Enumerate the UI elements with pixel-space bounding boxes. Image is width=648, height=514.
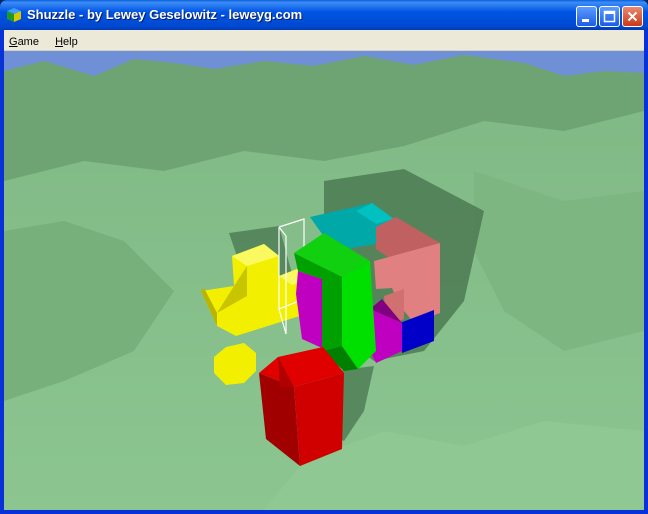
menu-game[interactable]: Game: [4, 34, 45, 48]
close-icon: [627, 11, 638, 22]
maximize-button[interactable]: [599, 6, 620, 27]
menu-help-rest: elp: [63, 36, 78, 48]
scene-canvas[interactable]: [4, 51, 644, 510]
window-title: Shuzzle - by Lewey Geselowitz - leweyg.c…: [27, 7, 303, 22]
window-border-bottom: [0, 510, 648, 514]
app-window: Shuzzle - by Lewey Geselowitz - leweyg.c…: [0, 0, 648, 514]
menu-help-mnemonic: H: [55, 36, 64, 48]
minimize-icon: [582, 19, 589, 22]
title-bar[interactable]: Shuzzle - by Lewey Geselowitz - leweyg.c…: [0, 0, 648, 30]
menu-game-rest: ame: [17, 36, 39, 48]
game-3d-viewport[interactable]: [4, 51, 644, 510]
menu-help[interactable]: Help: [50, 34, 84, 48]
shuzzle-cube-icon: [7, 8, 21, 22]
menu-bar: Game Help: [4, 30, 644, 51]
menu-game-mnemonic: G: [9, 36, 18, 48]
close-button[interactable]: [622, 6, 643, 27]
minimize-button[interactable]: [576, 6, 597, 27]
window-border-right: [644, 30, 648, 514]
maximize-icon: [603, 10, 616, 23]
